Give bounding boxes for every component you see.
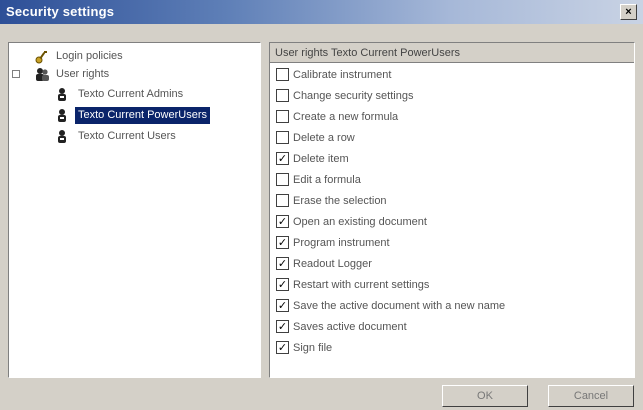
group-icon <box>58 88 66 101</box>
permission-label: Delete item <box>293 153 349 165</box>
permission-checkbox[interactable] <box>276 194 289 207</box>
ok-button[interactable]: OK <box>442 385 528 407</box>
permission-label: Calibrate instrument <box>293 69 392 81</box>
permission-row[interactable]: ✓ Restart with current settings <box>270 275 634 296</box>
permission-checkbox[interactable]: ✓ <box>276 278 289 291</box>
permission-row[interactable]: Change security settings <box>270 86 634 107</box>
window-title: Security settings <box>6 4 115 19</box>
permission-checkbox[interactable]: ✓ <box>276 257 289 270</box>
rights-tree: Login policies User rights Texto Current… <box>8 42 261 378</box>
permission-label: Saves active document <box>293 321 407 333</box>
close-icon: × <box>625 6 632 18</box>
permission-row[interactable]: ✓ Sign file <box>270 338 634 359</box>
group-icon <box>58 109 66 122</box>
permission-row[interactable]: Edit a formula <box>270 170 634 191</box>
tree-label: Texto Current Users <box>78 130 176 142</box>
permission-label: Sign file <box>293 342 333 354</box>
permission-label: Readout Logger <box>293 258 372 270</box>
cancel-button[interactable]: Cancel <box>548 385 634 407</box>
tree-label: Texto Current Admins <box>78 88 184 100</box>
permission-row[interactable]: ✓ Saves active document <box>270 317 634 338</box>
close-button[interactable]: × <box>620 4 637 20</box>
permission-row[interactable]: ✓ Program instrument <box>270 233 634 254</box>
permissions-panel: User rights Texto Current PowerUsers Cal… <box>269 42 635 378</box>
group-icon <box>58 130 66 143</box>
permission-row[interactable]: Create a new formula <box>270 107 634 128</box>
permission-label: Delete a row <box>293 132 355 144</box>
tree-label: User rights <box>56 68 110 80</box>
permission-row[interactable]: ✓ Open an existing document <box>270 212 634 233</box>
title-bar[interactable]: Security settings × <box>0 0 643 24</box>
permission-row[interactable]: Delete a row <box>270 128 634 149</box>
permission-label: Program instrument <box>293 237 390 249</box>
permission-row[interactable]: ✓ Delete item <box>270 149 634 170</box>
permission-label: Edit a formula <box>293 174 361 186</box>
tree-label: Texto Current PowerUsers <box>75 107 210 124</box>
permission-label: Restart with current settings <box>293 279 430 291</box>
permission-label: Create a new formula <box>293 111 399 123</box>
tree-expander[interactable] <box>12 70 20 78</box>
tree-label: Login policies <box>56 50 123 62</box>
permission-checkbox[interactable]: ✓ <box>276 215 289 228</box>
permission-checkbox[interactable]: ✓ <box>276 341 289 354</box>
permissions-header: User rights Texto Current PowerUsers <box>270 43 634 63</box>
permission-checkbox[interactable] <box>276 110 289 123</box>
permission-checkbox[interactable] <box>276 68 289 81</box>
security-settings-dialog: Security settings × Login policies User … <box>0 0 643 410</box>
permission-row[interactable]: ✓ Readout Logger <box>270 254 634 275</box>
permission-checkbox[interactable] <box>276 131 289 144</box>
permission-row[interactable]: Calibrate instrument <box>270 65 634 86</box>
permission-label: Erase the selection <box>293 195 387 207</box>
permission-row[interactable]: Erase the selection <box>270 191 634 212</box>
permission-row[interactable]: ✓ Save the active document with a new nam… <box>270 296 634 317</box>
permissions-list: Calibrate instrument Change security set… <box>270 65 634 359</box>
permission-label: Save the active document with a new name <box>293 300 506 312</box>
users-icon <box>36 68 49 81</box>
permission-checkbox[interactable] <box>276 173 289 186</box>
key-icon <box>35 51 47 64</box>
permission-checkbox[interactable]: ✓ <box>276 236 289 249</box>
permission-label: Change security settings <box>293 90 414 102</box>
permission-checkbox[interactable]: ✓ <box>276 152 289 165</box>
permission-checkbox[interactable]: ✓ <box>276 299 289 312</box>
permission-label: Open an existing document <box>293 216 427 228</box>
permission-checkbox[interactable] <box>276 89 289 102</box>
permission-checkbox[interactable]: ✓ <box>276 320 289 333</box>
